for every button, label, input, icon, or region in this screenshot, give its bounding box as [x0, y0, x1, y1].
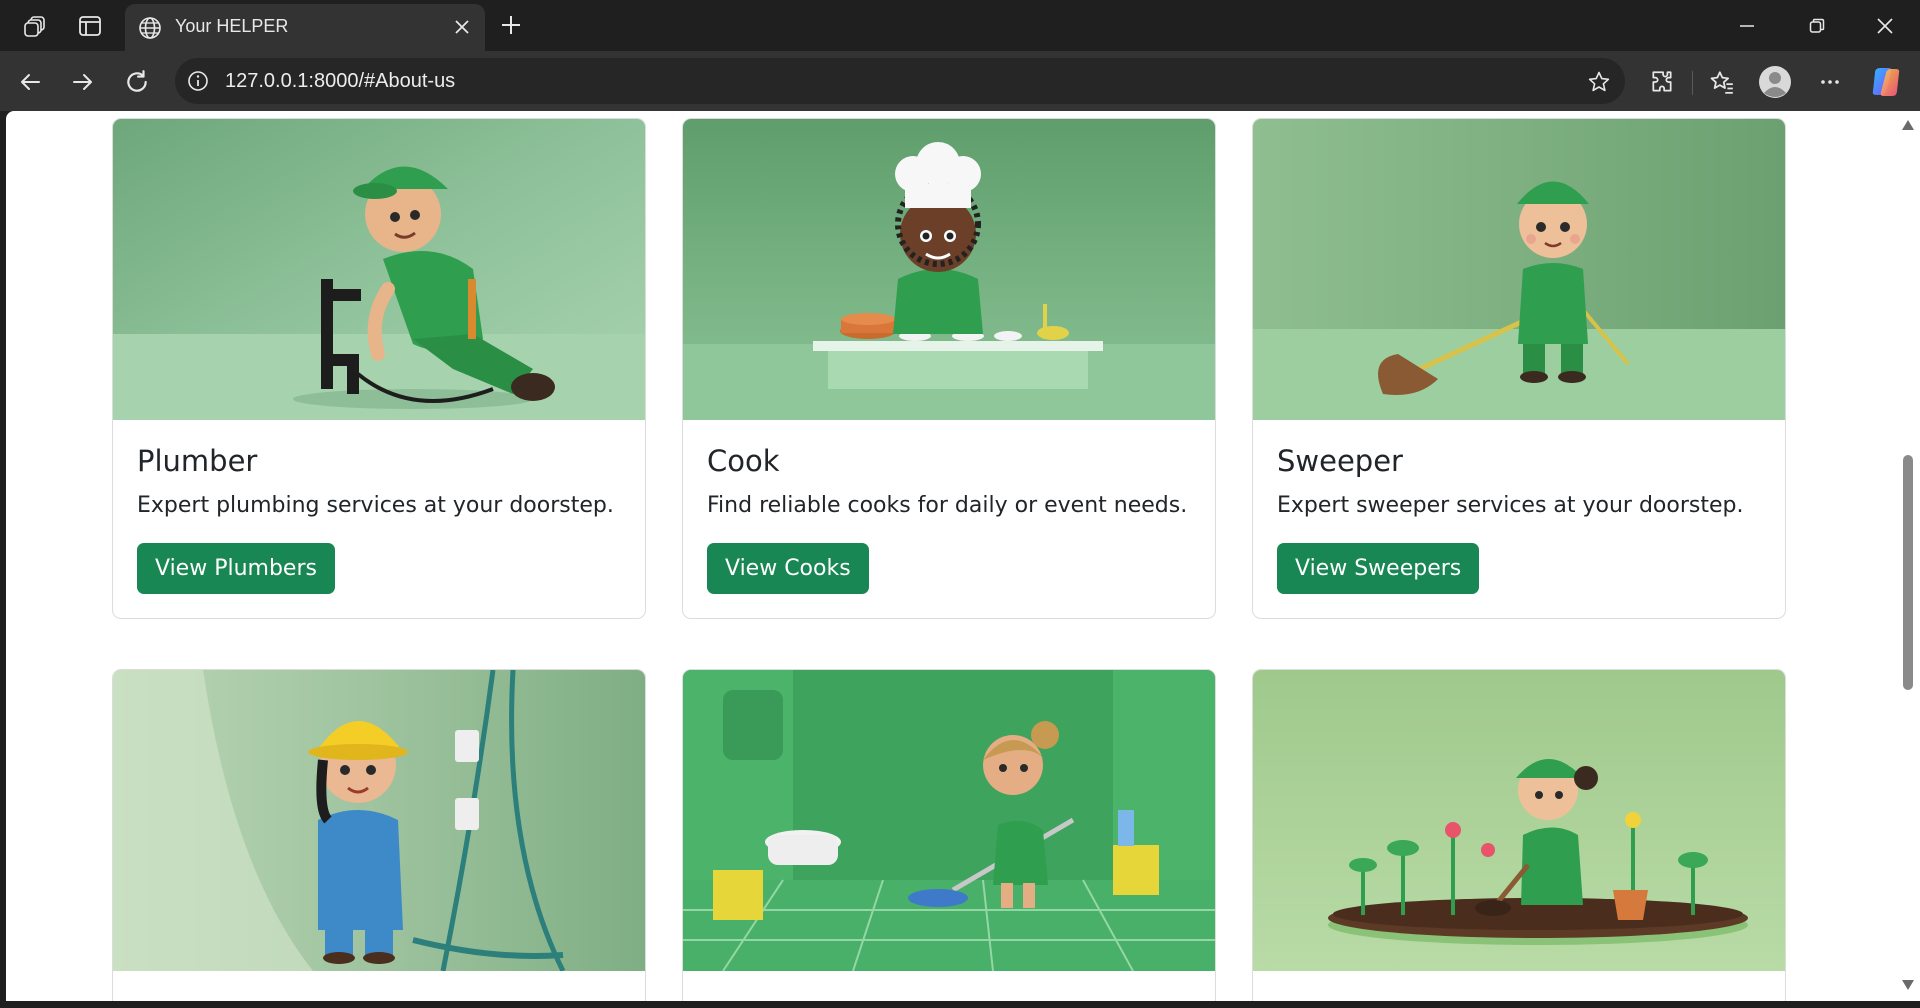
new-tab-icon[interactable]	[497, 11, 525, 39]
restore-icon[interactable]	[1782, 0, 1852, 51]
card-title: Cook	[707, 444, 780, 478]
tab-title: Your HELPER	[175, 16, 289, 36]
service-card-gardener	[1252, 669, 1786, 1001]
favorites-icon[interactable]	[1704, 64, 1740, 100]
plumber-illustration	[113, 119, 645, 420]
globe-icon	[138, 16, 162, 40]
close-window-icon[interactable]	[1850, 0, 1920, 51]
service-card-cook: Cook Find reliable cooks for daily or ev…	[682, 118, 1216, 619]
page-viewport: Plumber Expert plumbing services at your…	[6, 111, 1896, 1001]
scroll-down-arrow-icon[interactable]	[1901, 979, 1915, 991]
copilot-icon[interactable]	[1868, 64, 1904, 100]
page-scrollbar[interactable]	[1896, 111, 1920, 1008]
cook-illustration	[683, 119, 1215, 420]
reload-icon[interactable]	[120, 65, 154, 99]
minimize-icon[interactable]	[1712, 0, 1782, 51]
service-card-electrician	[112, 669, 646, 1001]
service-card-plumber: Plumber Expert plumbing services at your…	[112, 118, 646, 619]
card-title: Sweeper	[1277, 444, 1403, 478]
electrician-illustration	[113, 670, 645, 971]
view-sweepers-button[interactable]: View Sweepers	[1277, 543, 1480, 594]
scrollbar-thumb[interactable]	[1903, 455, 1913, 690]
scroll-up-arrow-icon[interactable]	[1901, 119, 1915, 131]
service-card-sweeper: Sweeper Expert sweeper services at your …	[1252, 118, 1786, 619]
extensions-icon[interactable]	[1644, 64, 1680, 100]
card-description: Expert sweeper services at your doorstep…	[1277, 493, 1744, 518]
gardener-illustration	[1253, 670, 1785, 971]
browser-titlebar: Your HELPER	[0, 0, 1920, 51]
view-plumbers-button[interactable]: View Plumbers	[137, 543, 335, 594]
window-bottom-edge	[0, 1001, 1920, 1008]
card-title: Plumber	[137, 444, 258, 478]
cleaner-illustration	[683, 670, 1215, 971]
profile-avatar-icon[interactable]	[1757, 64, 1793, 100]
toolbar-separator	[1692, 71, 1693, 95]
tab-your-helper[interactable]: Your HELPER	[125, 4, 485, 51]
card-description: Expert plumbing services at your doorste…	[137, 493, 614, 518]
address-bar[interactable]: 127.0.0.1:8000/#About-us	[175, 58, 1625, 104]
more-options-icon[interactable]	[1812, 64, 1848, 100]
site-info-icon[interactable]	[185, 68, 211, 94]
browser-toolbar: 127.0.0.1:8000/#About-us	[0, 51, 1920, 111]
url-text[interactable]: 127.0.0.1:8000/#About-us	[225, 70, 455, 93]
close-tab-icon[interactable]	[451, 16, 473, 38]
view-cooks-button[interactable]: View Cooks	[707, 543, 869, 594]
favorite-star-icon[interactable]	[1585, 68, 1613, 96]
tab-actions-icon[interactable]	[76, 12, 104, 40]
sweeper-illustration	[1253, 119, 1785, 420]
forward-icon[interactable]	[66, 65, 100, 99]
card-description: Find reliable cooks for daily or event n…	[707, 493, 1188, 518]
back-icon[interactable]	[13, 65, 47, 99]
service-card-cleaner	[682, 669, 1216, 1001]
workspaces-icon[interactable]	[22, 12, 50, 40]
